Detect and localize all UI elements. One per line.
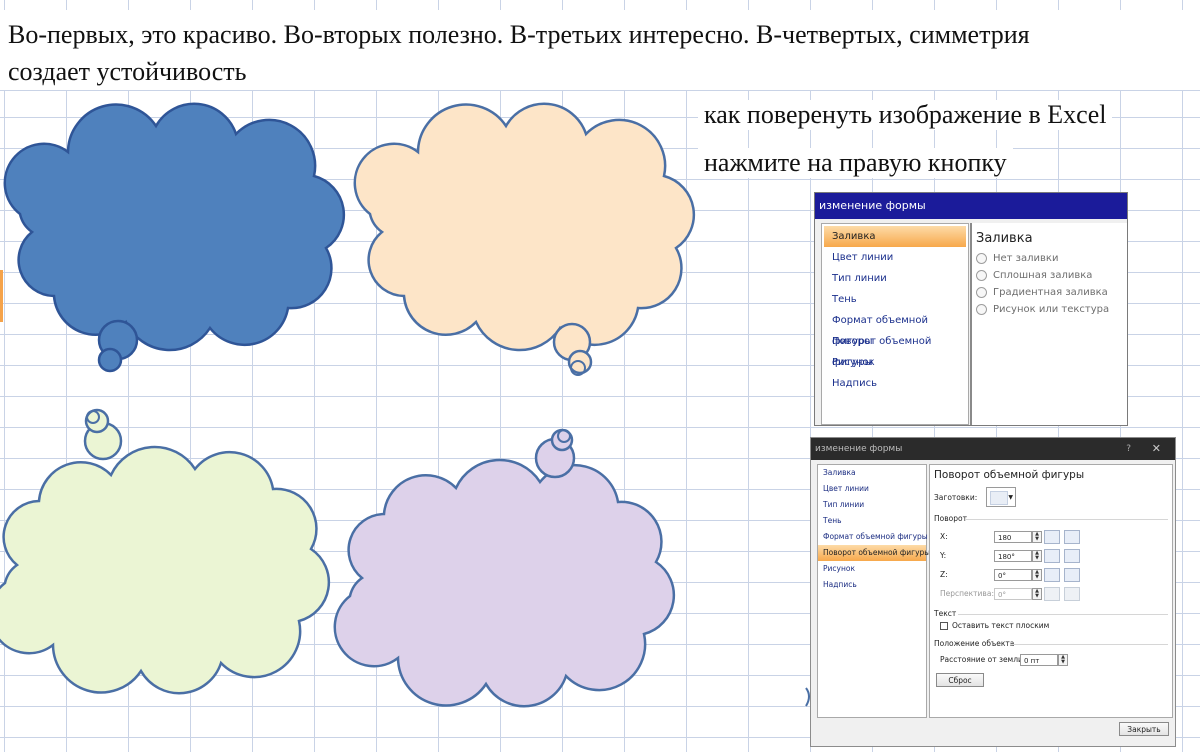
z-spinner[interactable]: ▲ ▼: [1032, 569, 1042, 581]
y-spinner[interactable]: ▲ ▼: [1032, 550, 1042, 562]
category-line-color[interactable]: Цвет линии: [818, 481, 926, 497]
fill-panel: Заливка Нет заливки Сплошная заливка Гра…: [970, 223, 1127, 425]
category-3d-rotation[interactable]: Поворот объемной фигуры: [818, 545, 930, 561]
group-divider: [966, 519, 1168, 520]
gradient-fill-option[interactable]: Градиентная заливка: [972, 284, 1127, 301]
picture-fill-option[interactable]: Рисунок или текстура: [972, 301, 1127, 318]
category-fill[interactable]: Заливка: [824, 226, 966, 247]
distance-input[interactable]: 0 пт: [1020, 654, 1058, 666]
category-list[interactable]: Заливка Цвет линии Тип линии Тень Формат…: [817, 464, 930, 718]
panel-title: Заливка: [976, 231, 1033, 246]
help-icon[interactable]: ?: [1126, 438, 1131, 460]
z-rotation-input[interactable]: 0°: [994, 569, 1032, 581]
presets-dropdown[interactable]: ▼: [986, 487, 1016, 507]
dialog-title-bar[interactable]: изменение формы ? ✕: [811, 438, 1175, 460]
y-label: Y:: [940, 551, 947, 560]
perspective-input[interactable]: 0°: [994, 588, 1032, 600]
format-shape-dialog-3d-rotation[interactable]: изменение формы ? ✕ Заливка Цвет линии Т…: [810, 437, 1176, 747]
dialog-title: изменение формы: [815, 444, 903, 454]
category-line-color[interactable]: Цвет линии: [822, 247, 968, 268]
widen-field-icon[interactable]: [1064, 587, 1080, 601]
reset-button[interactable]: Сброс: [936, 673, 984, 687]
option-label: Градиентная заливка: [993, 287, 1108, 298]
close-button[interactable]: Закрыть: [1119, 722, 1169, 736]
radio-icon[interactable]: [976, 253, 987, 264]
radio-icon[interactable]: [976, 304, 987, 315]
category-3d-rotation[interactable]: Поворот объемной фигуры: [822, 331, 968, 368]
lavender-cloud[interactable]: [333, 428, 676, 708]
group-divider: [1010, 644, 1168, 645]
category-picture[interactable]: Рисунок: [822, 352, 968, 373]
category-line-style[interactable]: Тип линии: [818, 497, 926, 513]
position-group-label: Положение объекта: [934, 639, 1015, 648]
rotate-ccw-icon[interactable]: [1044, 568, 1060, 582]
distance-label: Расстояние от земли:: [940, 655, 1026, 664]
x-rotation-input[interactable]: 180: [994, 531, 1032, 543]
presets-label: Заготовки:: [934, 493, 978, 502]
perspective-label: Перспектива:: [940, 589, 994, 598]
z-label: Z:: [940, 570, 948, 579]
close-icon[interactable]: ✕: [1152, 438, 1161, 460]
category-shadow[interactable]: Тень: [818, 513, 926, 529]
option-label: Нет заливки: [993, 253, 1059, 264]
radio-icon[interactable]: [976, 270, 987, 281]
rotate-cw-icon[interactable]: [1064, 568, 1080, 582]
format-shape-dialog-fill[interactable]: изменение формы Заливка Цвет линии Тип л…: [814, 192, 1128, 426]
category-picture[interactable]: Рисунок: [818, 561, 926, 577]
rotation-panel: Поворот объемной фигуры Заготовки: ▼ Пов…: [929, 464, 1173, 718]
category-3d-format[interactable]: Формат объемной фигуры: [822, 310, 968, 347]
x-label: X:: [940, 532, 948, 541]
rotation-group-label: Поворот: [934, 514, 967, 523]
category-text-box[interactable]: Надпись: [822, 373, 968, 394]
blue-cloud[interactable]: [3, 102, 346, 373]
category-shadow[interactable]: Тень: [822, 289, 968, 310]
category-line-style[interactable]: Тип линии: [822, 268, 968, 289]
peach-cloud[interactable]: [353, 102, 696, 376]
preset-swatch: [990, 491, 1008, 505]
narrow-field-icon[interactable]: [1044, 587, 1060, 601]
group-divider: [958, 614, 1168, 615]
panel-title: Поворот объемной фигуры: [934, 469, 1085, 481]
rotate-left-icon[interactable]: [1044, 530, 1060, 544]
option-label: Рисунок или текстура: [993, 304, 1110, 315]
dialog-title[interactable]: изменение формы: [815, 193, 1127, 219]
category-3d-format[interactable]: Формат объемной фигуры: [818, 529, 928, 545]
chevron-down-icon: ▼: [1008, 494, 1013, 501]
option-label: Сплошная заливка: [993, 270, 1093, 281]
no-fill-option[interactable]: Нет заливки: [972, 250, 1127, 267]
radio-icon[interactable]: [976, 287, 987, 298]
solid-fill-option[interactable]: Сплошная заливка: [972, 267, 1127, 284]
y-rotation-input[interactable]: 180°: [994, 550, 1032, 562]
distance-spinner[interactable]: ▲ ▼: [1058, 654, 1068, 666]
rotate-down-icon[interactable]: [1064, 549, 1080, 563]
category-list[interactable]: Заливка Цвет линии Тип линии Тень Формат…: [821, 223, 969, 425]
category-fill[interactable]: Заливка: [818, 465, 926, 481]
green-cloud[interactable]: [0, 408, 331, 695]
keep-text-flat-label: Оставить текст плоским: [952, 621, 1050, 630]
perspective-spinner[interactable]: ▲ ▼: [1032, 588, 1042, 600]
rotate-right-icon[interactable]: [1064, 530, 1080, 544]
rotate-up-icon[interactable]: [1044, 549, 1060, 563]
x-spinner[interactable]: ▲ ▼: [1032, 531, 1042, 543]
category-text-box[interactable]: Надпись: [818, 577, 926, 593]
text-group-label: Текст: [934, 609, 957, 618]
keep-text-flat-checkbox[interactable]: [940, 622, 948, 630]
